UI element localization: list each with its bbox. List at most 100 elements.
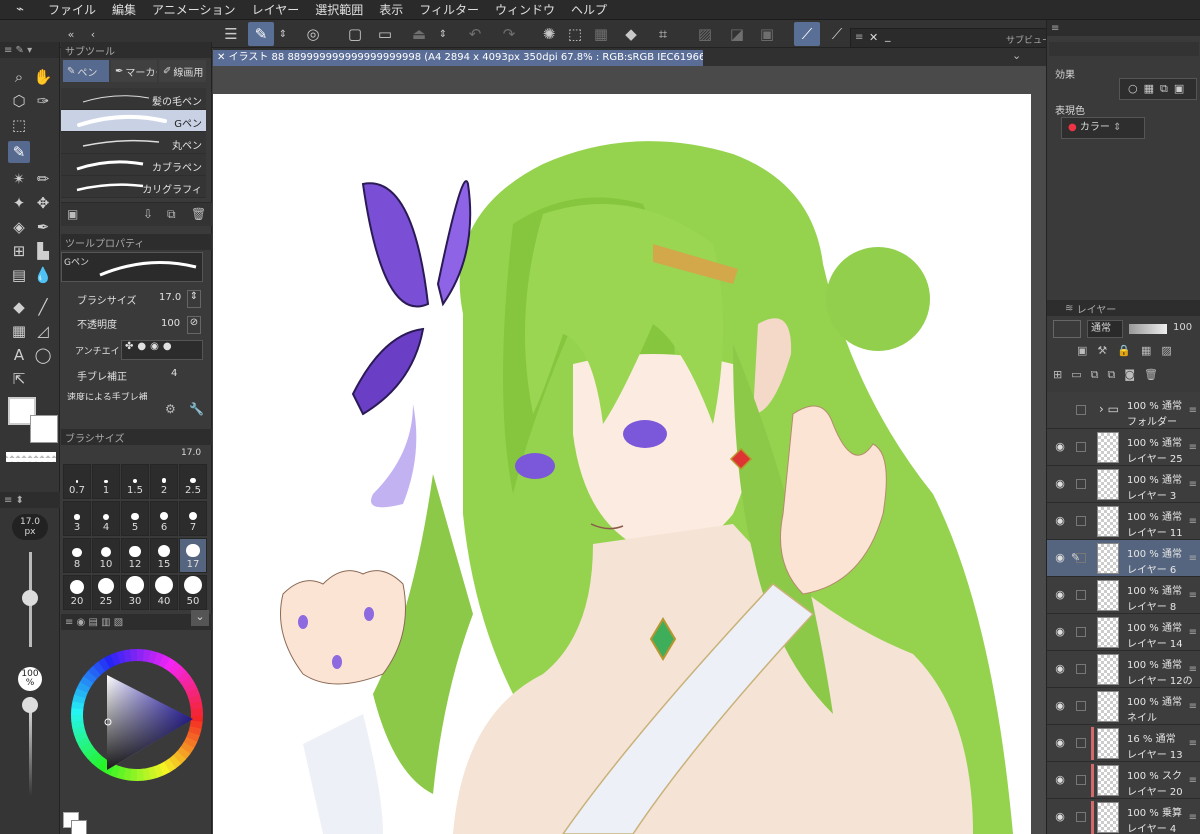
duplicate-icon[interactable]: ⧉ (167, 207, 176, 222)
clip-studio-icon[interactable]: ◎ (300, 22, 326, 46)
layer-check-box[interactable] (1076, 664, 1086, 674)
opacity-knob[interactable] (22, 697, 38, 713)
hue-segment[interactable] (180, 741, 195, 755)
stepper-icon[interactable]: ⇕ (276, 22, 290, 46)
brush-size-option[interactable]: 5 (121, 501, 149, 536)
subtool-settings-icon[interactable]: ▣ (67, 207, 78, 221)
layer-menu-icon[interactable]: ≡ (1189, 590, 1197, 601)
layer-menu-icon[interactable]: ≡ (1189, 479, 1197, 490)
hue-segment[interactable] (76, 681, 91, 694)
eye-icon[interactable]: ◉ (1053, 626, 1067, 638)
layer-menu-icon[interactable]: ≡ (1189, 442, 1197, 453)
eye-icon[interactable]: ◉ (1053, 737, 1067, 749)
brush-size-option[interactable]: 2 (150, 464, 178, 499)
hue-segment[interactable] (110, 651, 122, 666)
layer-check-box[interactable] (1076, 590, 1086, 600)
hue-segment[interactable] (142, 649, 152, 663)
hue-segment[interactable] (183, 736, 198, 749)
hue-segment[interactable] (72, 725, 86, 736)
import-icon[interactable]: ⇩ (143, 207, 153, 221)
menu-selection[interactable]: 選択範囲 (307, 0, 371, 20)
hamburger-menu-icon[interactable]: ☰ (218, 22, 244, 46)
eye-icon[interactable]: ◉ (1053, 515, 1067, 527)
menu-view[interactable]: 表示 (371, 0, 411, 20)
hue-segment[interactable] (189, 720, 203, 730)
pressure-toggle-icon[interactable]: ⇕ (187, 290, 201, 308)
subtool-item-hairpen[interactable]: 髪の毛ペン (61, 88, 206, 110)
brush-size-property[interactable]: ブラシサイズ 17.0 ⇕ (61, 290, 206, 312)
brush-size-option[interactable]: 4 (92, 501, 120, 536)
brush-size-option[interactable]: 10 (92, 538, 120, 573)
open-folder-icon[interactable]: ▭ (372, 22, 398, 46)
move-icon[interactable]: ✥ (32, 192, 54, 214)
eye-icon[interactable]: ◉ (1053, 441, 1067, 453)
layer-row[interactable]: ◉ 100 % 通常 ネイル ≡ (1047, 688, 1200, 725)
quick-access-pen-icon[interactable]: ✎ (248, 22, 274, 46)
layer-property-tab[interactable] (1049, 42, 1199, 56)
drag-handle-icon[interactable]: ≡ (855, 32, 863, 43)
hue-segment[interactable] (115, 766, 126, 780)
brush-size-option[interactable]: 12 (121, 538, 149, 573)
water-drop-icon[interactable]: 💧 (32, 264, 54, 286)
hue-segment[interactable] (176, 746, 191, 761)
hue-segment[interactable] (79, 741, 94, 754)
layer-row[interactable]: ◉ 100 % 通常 レイヤー 8 ≡ (1047, 577, 1200, 614)
hue-segment[interactable] (87, 665, 102, 679)
menu-help[interactable]: ヘルプ (563, 0, 615, 20)
hue-segment[interactable] (167, 755, 182, 770)
hue-segment[interactable] (87, 750, 101, 765)
eyedropper-icon[interactable]: ✑ (32, 90, 54, 112)
layer-row[interactable]: ◉ 100 % 通常 レイヤー 25 ≡ (1047, 429, 1200, 466)
sparkle-icon[interactable]: ✴ (8, 168, 30, 190)
layer-menu-icon[interactable]: ≡ (1189, 516, 1197, 527)
snap-ruler-icon[interactable]: ⟋ (794, 22, 820, 46)
brush-size-option[interactable]: 7 (179, 501, 207, 536)
fill-icon[interactable]: ◆ (618, 22, 644, 46)
hue-segment[interactable] (72, 693, 86, 704)
layer-menu-icon[interactable]: ≡ (1189, 701, 1197, 712)
new-file-icon[interactable]: ▢ (342, 22, 368, 46)
antialias-options[interactable]: ✤●◉● (121, 340, 203, 360)
eye-icon[interactable]: ◉ (1053, 589, 1067, 601)
layer-menu-icon[interactable]: ≡ (1189, 627, 1197, 638)
hue-segment[interactable] (73, 730, 88, 742)
layer-color-toggle[interactable] (1053, 320, 1081, 338)
hue-segment[interactable] (188, 694, 202, 705)
fill-bucket-icon[interactable]: ▙ (32, 240, 54, 262)
opacity-property[interactable]: 不透明度 100 ⊘ (61, 316, 206, 338)
tab-lineart[interactable]: ✐ 線画用 (159, 60, 206, 82)
eye-icon[interactable]: ◉ (1053, 552, 1067, 564)
hue-segment[interactable] (163, 657, 177, 672)
hide-outside-icon[interactable]: ▨ (692, 22, 718, 46)
eye-icon[interactable]: ◉ (1053, 811, 1067, 823)
layer-menu-icon[interactable]: ≡ (1189, 775, 1197, 786)
eraser-icon[interactable]: ◈ (8, 216, 30, 238)
layer-row[interactable]: ◉ 100 % 乗算 レイヤー 4 ≡ (1047, 799, 1200, 834)
brush-size-option[interactable]: 0.7 (63, 464, 91, 499)
color-wheel[interactable] (63, 640, 213, 790)
layer-row[interactable]: ◉ 100 % 通常 レイヤー 3 ≡ (1047, 466, 1200, 503)
hue-segment[interactable] (147, 766, 158, 780)
subtool-item-calligraphy[interactable]: カリグラフィ (61, 176, 206, 198)
brush-size-knob[interactable] (22, 590, 38, 606)
layer-check-box[interactable] (1076, 738, 1086, 748)
trash-icon[interactable]: 🗑 (191, 207, 206, 221)
hue-segment[interactable] (163, 758, 176, 773)
hue-segment[interactable] (71, 719, 85, 729)
layer-check-box[interactable] (1076, 627, 1086, 637)
decoration-icon[interactable]: ✦ (8, 192, 30, 214)
brush-size-option[interactable]: 17 (179, 538, 207, 573)
speed-stabilization-property[interactable]: 速度による手ブレ補正 (61, 388, 206, 410)
hue-segment[interactable] (180, 676, 195, 689)
hue-segment[interactable] (186, 688, 201, 700)
pen-tool-icon[interactable]: ✎ (8, 141, 30, 163)
layer-menu-icon[interactable]: ≡ (1189, 405, 1197, 416)
wrench-icon[interactable]: 🔧 (189, 402, 204, 416)
brush-size-option[interactable]: 2.5 (179, 464, 207, 499)
pencil-icon[interactable]: ✏ (32, 168, 54, 190)
snap-special-icon[interactable]: ⟋ (824, 22, 850, 46)
canvas-area[interactable] (213, 66, 1046, 834)
tool-property-settings-icon[interactable]: ⚙ (165, 402, 176, 416)
hue-segment[interactable] (74, 687, 89, 699)
save-stepper-icon[interactable]: ⇕ (436, 22, 450, 46)
